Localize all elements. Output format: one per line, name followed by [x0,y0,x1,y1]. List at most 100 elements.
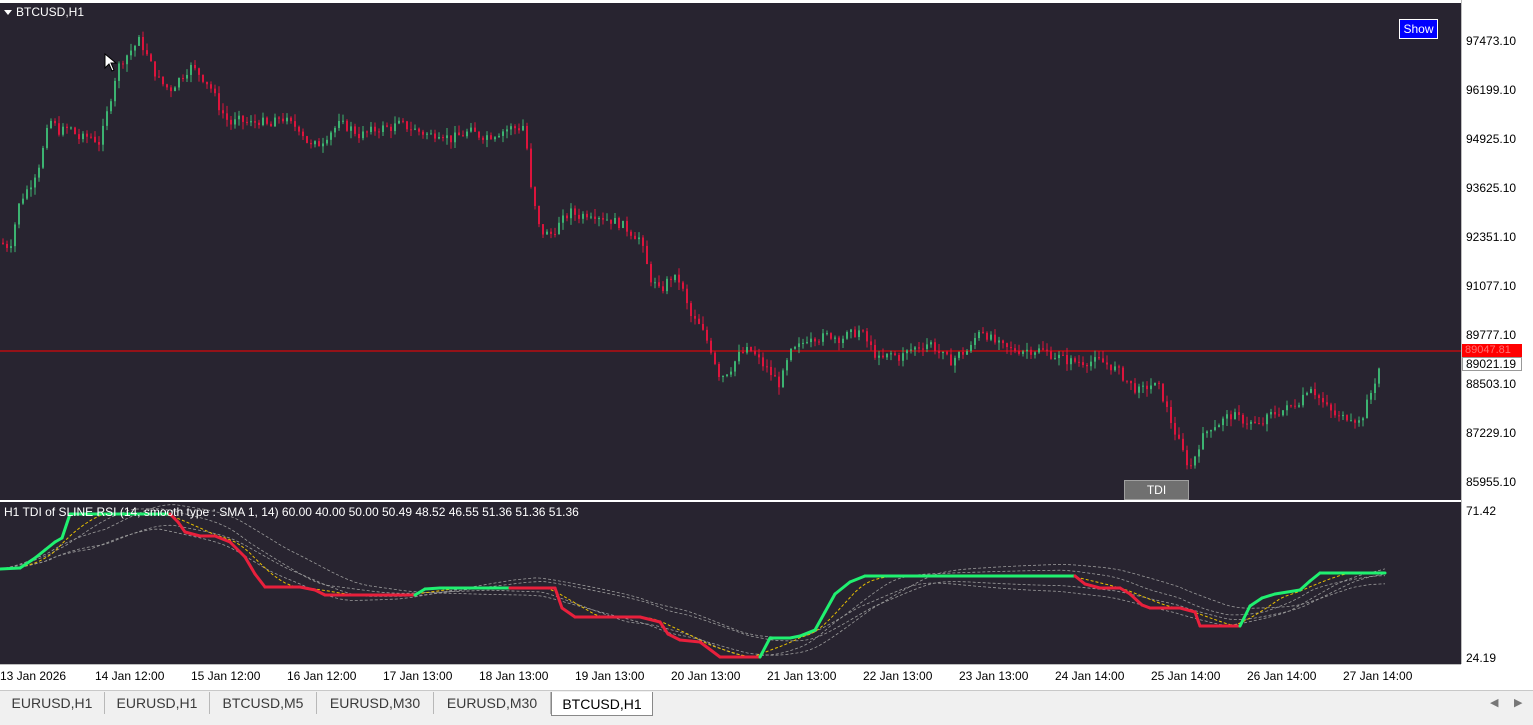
candle-body [1018,351,1020,354]
candle-body [1242,414,1244,424]
candle-body [374,126,376,132]
candle-body [1046,349,1048,352]
collapse-triangle-icon[interactable] [4,9,12,15]
chart-tab[interactable]: EURUSD,H1 [0,692,105,714]
candle-body [34,177,36,188]
time-tick-label: 18 Jan 13:00 [479,669,549,683]
candle-body [218,93,220,111]
price-tick-label: 93625.10 [1466,181,1517,195]
tdi-indicator-pane[interactable] [0,502,1461,664]
candle-body [26,189,28,199]
candle-body [1346,415,1348,421]
candle-body [966,351,968,355]
time-tick-label: 27 Jan 14:00 [1343,669,1413,683]
candle-body [306,136,308,143]
candle-body [738,351,740,362]
candle-body [874,345,876,358]
candle-body [602,218,604,220]
candle-body [1022,351,1024,354]
candle-body [242,115,244,122]
candle-body [446,135,448,139]
time-tick-label: 21 Jan 13:00 [767,669,837,683]
candle-body [722,376,724,378]
candle-body [442,137,444,139]
chart-tab[interactable]: EURUSD,M30 [434,692,551,714]
candle-body [382,125,384,132]
candle-body [22,198,24,204]
candle-body [882,355,884,358]
chart-tab[interactable]: BTCUSD,M5 [210,692,317,714]
candle-body [206,81,208,85]
candle-body [330,132,332,140]
candle-body [78,134,80,140]
candle-body [1042,348,1044,350]
candle-body [554,233,556,235]
candle-body [390,126,392,132]
candle-body [1370,393,1372,400]
scroll-right-icon[interactable]: ▶ [1514,696,1522,709]
candle-body [678,274,680,283]
candle-body [250,121,252,123]
candle-body [1178,434,1180,439]
candle-body [598,218,600,220]
time-tick-label: 26 Jan 14:00 [1247,669,1317,683]
candle-body [1234,412,1236,420]
candle-body [506,129,508,132]
time-tick-label: 19 Jan 13:00 [575,669,645,683]
candle-body [1030,349,1032,355]
candle-body [974,338,976,345]
candle-body [1162,383,1164,402]
time-tick-label: 14 Jan 12:00 [95,669,165,683]
symbol-label[interactable]: BTCUSD,H1 [4,5,84,19]
candle-body [810,338,812,343]
tdi-button[interactable]: TDI [1124,480,1189,500]
candle-body [1174,423,1176,435]
candle-body [1366,399,1368,419]
candle-body [1314,389,1316,396]
show-button[interactable]: Show [1399,19,1438,39]
candle-body [906,350,908,354]
time-tick-label: 17 Jan 13:00 [383,669,453,683]
candle-body [114,80,116,102]
candle-body [706,329,708,341]
candle-body [1050,351,1052,359]
candle-body [582,213,584,219]
candle-body [550,231,552,234]
tdi-rsi-line-segment [253,572,267,589]
candle-body [754,351,756,355]
candle-body [1090,361,1092,367]
tdi-rsi-line-segment [1083,582,1102,590]
candle-body [1134,383,1136,393]
candle-body [286,117,288,122]
tdi-rsi-line-segment [1260,592,1277,600]
candle-body [162,76,164,85]
candle-body [1066,354,1068,365]
candle-body [1098,357,1100,359]
time-tick-label: 25 Jan 14:00 [1151,669,1221,683]
candle-body [186,74,188,79]
candle-body [1106,362,1108,365]
candle-body [482,137,484,140]
candle-body [530,148,532,188]
candle-body [1158,382,1160,384]
candle-body [998,340,1000,343]
candle-body [1114,366,1116,371]
price-chart-pane[interactable] [0,3,1461,500]
candle-body [954,357,956,366]
chart-tab[interactable]: BTCUSD,H1 [551,692,653,716]
candle-body [946,351,948,355]
candle-body [586,213,588,218]
candle-body [210,84,212,89]
candle-body [1226,414,1228,419]
chart-tab[interactable]: EURUSD,H1 [105,692,210,714]
candle-body [130,50,132,56]
candle-body [662,286,664,292]
scroll-left-icon[interactable]: ◀ [1490,696,1498,709]
candle-body [226,113,228,120]
candle-body [1202,433,1204,450]
indicator-label: H1 TDI of SLINE RSI (14, smooth type : S… [4,505,579,519]
candle-body [418,128,420,132]
candle-body [522,125,524,131]
chart-tab[interactable]: EURUSD,M30 [317,692,434,714]
tdi-rsi-line-segment [423,586,442,591]
